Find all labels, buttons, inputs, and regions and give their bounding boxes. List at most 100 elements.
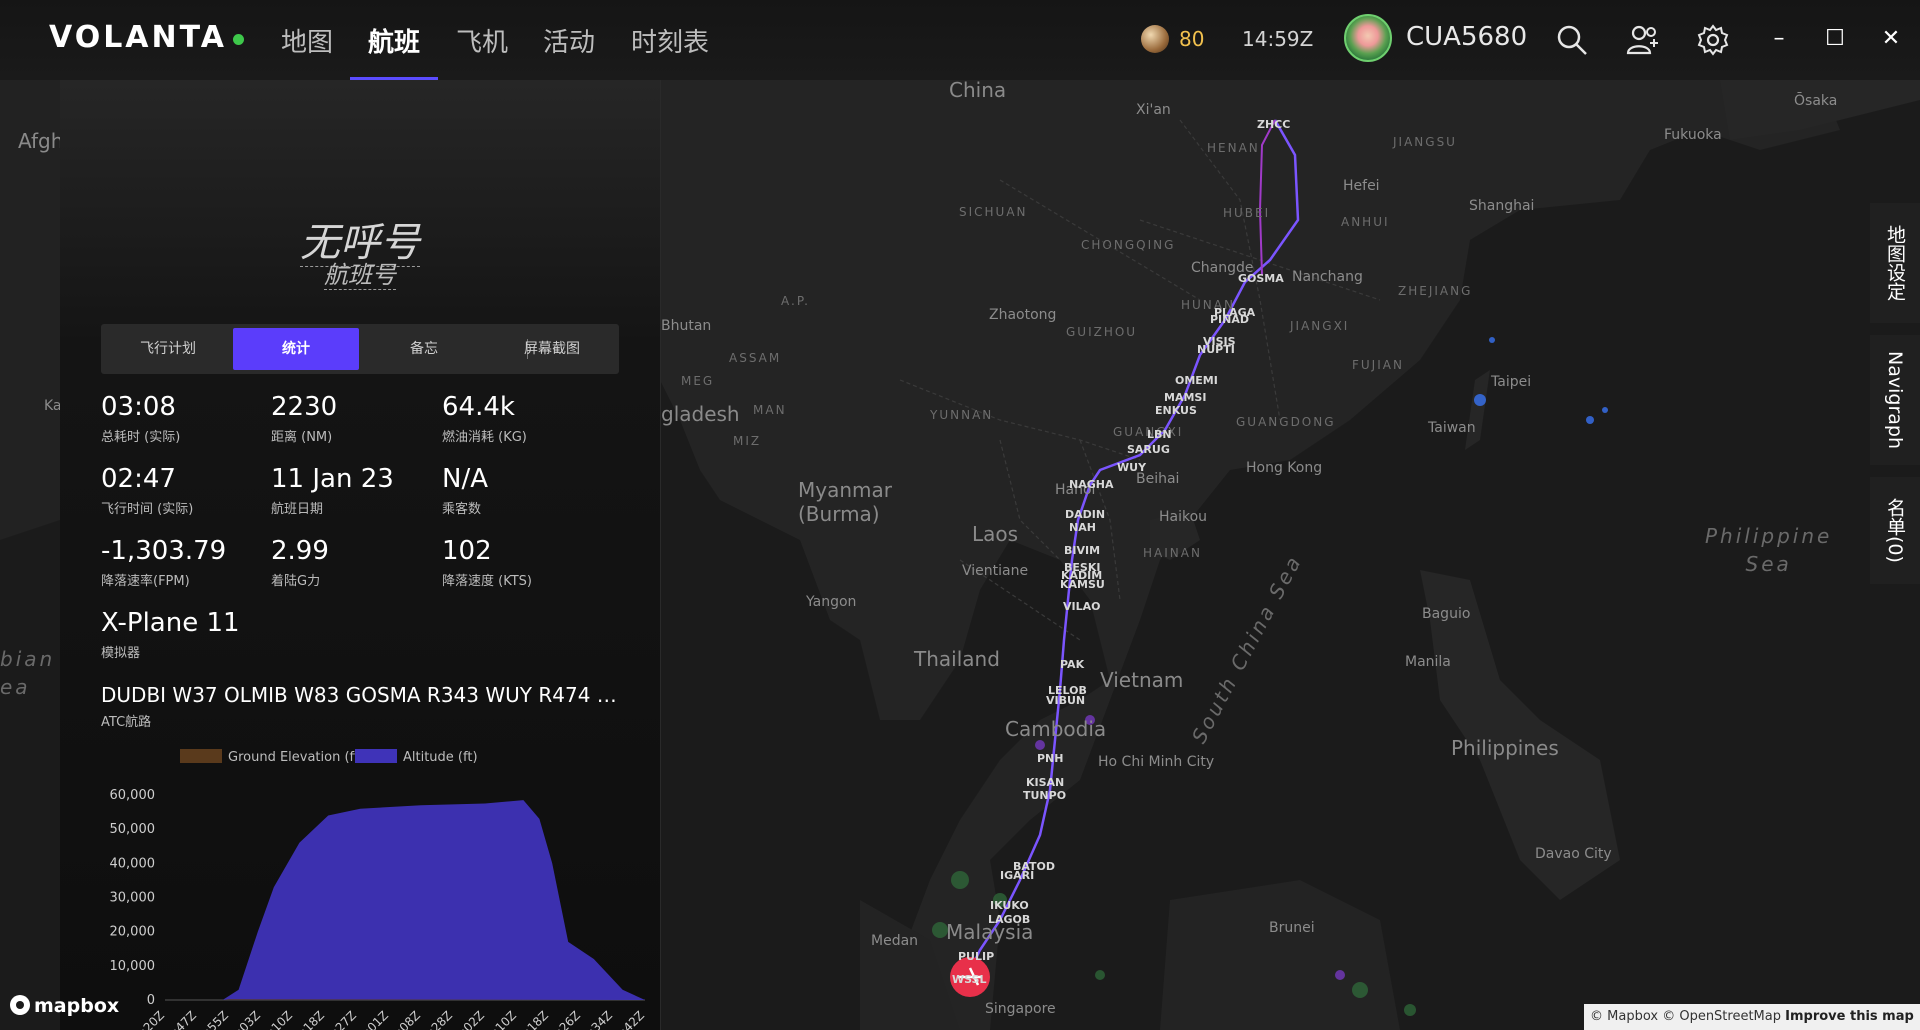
map-label-country: Thailand	[914, 647, 1000, 671]
legend-label: Altitude (ft)	[403, 750, 478, 765]
atc-route-value[interactable]: DUDBI W37 OLMIB W83 GOSMA R343 WUY R474 …	[101, 683, 621, 707]
nav-map[interactable]: 地图	[281, 22, 333, 59]
stat-fuel-used: 64.4k 燃油消耗 (KG)	[442, 392, 527, 445]
flight-detail-panel: 无呼号 航班号 飞行计划 统计 备忘 屏幕截图 03:08 总耗时 (实际) 2…	[60, 80, 661, 1030]
stat-label: 降落速率(FPM)	[101, 574, 190, 589]
settings-icon[interactable]	[1695, 22, 1731, 58]
stat-value: 2230	[271, 392, 338, 422]
waypoint-label: LAGOB	[988, 913, 1031, 926]
map-label-region: ZHEJIANG	[1398, 284, 1473, 298]
waypoint-label: PINAD	[1210, 313, 1250, 326]
utc-clock: 14:59Z	[1242, 27, 1314, 51]
coin-count: 80	[1179, 27, 1205, 51]
map-label-region: GUANGDONG	[1236, 415, 1336, 429]
tab-screenshots[interactable]: 屏幕截图	[489, 328, 615, 370]
map-label-region: HUBEI	[1223, 206, 1271, 220]
side-tab-navigraph[interactable]: Navigraph	[1870, 335, 1920, 465]
map-label-city: Shanghai	[1469, 198, 1535, 214]
map-label-city: Ka	[44, 398, 62, 414]
map-label-country: Myanmar (Burma)	[798, 478, 892, 526]
friends-icon[interactable]	[1625, 22, 1661, 58]
map-label-region: MEG	[681, 374, 715, 388]
nav-schedule[interactable]: 时刻表	[631, 22, 709, 59]
nav-flights[interactable]: 航班	[368, 22, 420, 59]
stat-label: 距离 (NM)	[271, 430, 333, 445]
stat-value: 102	[442, 536, 492, 566]
stat-passengers: N/A 乘客数	[442, 464, 488, 517]
chart-legend: Ground Elevation (ft) Altitude (ft)	[180, 749, 478, 765]
map-label-region: CHONGQING	[1081, 238, 1176, 252]
map-label-region: JIANGSU	[1393, 135, 1457, 149]
mapbox-icon	[10, 995, 30, 1015]
atc-route-label: ATC航路	[101, 715, 152, 730]
map-label-city: Baguio	[1422, 606, 1471, 622]
stat-flight-time: 02:47 飞行时间 (实际)	[101, 464, 193, 517]
waypoint-label: DADIN	[1065, 508, 1106, 521]
legend-label: Ground Elevation (ft)	[228, 750, 364, 765]
map-label-sea: bian ea	[0, 647, 56, 699]
stat-label: 乘客数	[442, 502, 482, 517]
avatar[interactable]	[1344, 14, 1392, 62]
map-label-city: Xi'an	[1136, 102, 1171, 118]
maximize-icon[interactable]: ☐	[1820, 24, 1850, 54]
map-label-city: Zhaotong	[989, 307, 1057, 323]
map-label-region: MAN	[753, 403, 787, 417]
flight-number[interactable]: 航班号	[324, 261, 396, 290]
tab-notes[interactable]: 备忘	[361, 328, 487, 370]
tab-statistics[interactable]: 统计	[233, 328, 359, 370]
chart-x-axis: 11:20Z11:47Z11:55Z12:03Z12:10Z12:18Z12:2…	[127, 1008, 647, 1030]
series-area	[165, 800, 645, 1000]
stat-value: 02:47	[101, 464, 176, 494]
waypoint-label: ZHCC	[1257, 118, 1291, 131]
stat-label: 航班日期	[271, 502, 324, 517]
legend-swatch	[355, 749, 397, 763]
waypoint-label: NAGHA	[1069, 478, 1114, 491]
search-icon[interactable]	[1554, 22, 1590, 58]
map-label-region: JIANGXI	[1290, 319, 1350, 333]
username[interactable]: CUA5680	[1406, 22, 1527, 52]
waypoint-label: WUY	[1117, 461, 1147, 474]
map-label-region: HENAN	[1207, 141, 1260, 155]
side-tab-roster[interactable]: 名单(0)	[1870, 477, 1920, 584]
stat-label: 降落速度 (KTS)	[442, 574, 532, 589]
tab-flight-plan[interactable]: 飞行计划	[105, 328, 231, 370]
map-label-city: Haikou	[1159, 509, 1208, 525]
nav-events[interactable]: 活动	[543, 22, 595, 59]
waypoint-label: WSSL	[952, 973, 987, 986]
map-label-region: YUNNAN	[930, 408, 994, 422]
waypoint-label: LBN	[1147, 428, 1172, 441]
map-label-city: Hefei	[1343, 178, 1380, 194]
minimize-icon[interactable]: –	[1764, 24, 1794, 54]
attribution-text[interactable]: © Mapbox © OpenStreetMap	[1590, 1009, 1781, 1024]
coin-icon	[1141, 25, 1169, 53]
altitude-profile-chart[interactable]: Ground Elevation (ft) Altitude (ft) 60,00…	[90, 740, 650, 1030]
nav-active-indicator	[350, 77, 438, 80]
y-tick-label: 0	[147, 993, 155, 1008]
side-tab-map-settings[interactable]: 地图设定	[1870, 203, 1920, 323]
map-label-region: ASSAM	[729, 351, 782, 365]
brand-logo[interactable]: VOLANTA	[49, 20, 227, 55]
waypoint-label: MAMSI	[1164, 391, 1207, 404]
mapbox-logo[interactable]: mapbox	[10, 995, 119, 1017]
waypoint-label: KAMSU	[1060, 578, 1105, 591]
map-label-country: Laos	[972, 522, 1019, 546]
map-label-city: Ho Chi Minh City	[1098, 754, 1215, 770]
y-tick-label: 40,000	[110, 856, 156, 871]
map-label-country: Afgh	[18, 129, 64, 153]
stat-label: 飞行时间 (实际)	[101, 502, 194, 517]
waypoint-label: PNH	[1037, 752, 1064, 765]
waypoint-label: IKUKO	[990, 899, 1029, 912]
waypoint-label: OMEMI	[1175, 374, 1218, 387]
map-label-city: Medan	[871, 933, 919, 949]
stat-value: 03:08	[101, 392, 176, 422]
waypoint-label: PAK	[1060, 658, 1085, 671]
map-label-region: SICHUAN	[959, 205, 1028, 219]
stat-label: 总耗时 (实际)	[101, 430, 181, 445]
atc-route: DUDBI W37 OLMIB W83 GOSMA R343 WUY R474 …	[101, 683, 621, 730]
improve-map-link[interactable]: Improve this map	[1785, 1009, 1914, 1024]
close-icon[interactable]: ✕	[1876, 24, 1906, 54]
map-label-city: Fukuoka	[1664, 127, 1722, 143]
nav-aircraft[interactable]: 飞机	[456, 22, 508, 59]
waypoint-label: NUPTI	[1197, 343, 1235, 356]
waypoint-label: IGARI	[1000, 869, 1035, 882]
